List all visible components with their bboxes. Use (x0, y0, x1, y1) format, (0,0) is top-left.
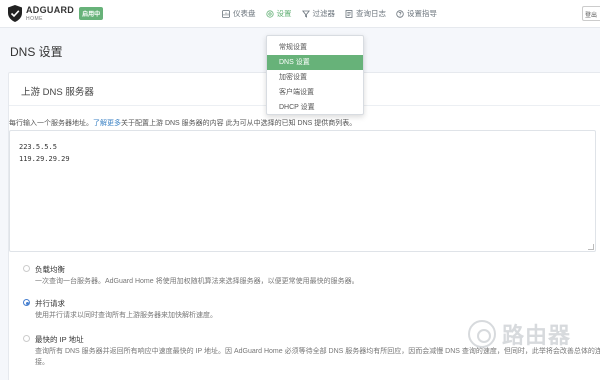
textarea-resize-handle[interactable] (588, 244, 594, 250)
gear-icon (265, 9, 274, 18)
menu-item-encryption-settings[interactable]: 加密设置 (267, 70, 363, 85)
description-rest: 关于配置上游 DNS 服务器的内容 此为可从中选择的已知 DNS 提供商列表。 (121, 120, 357, 127)
upstream-description: 每行输入一个服务器地址。了解更多关于配置上游 DNS 服务器的内容 此为可从中选… (9, 118, 356, 128)
parallel-requests-radio[interactable] (23, 299, 30, 306)
option-title: 并行请求 (35, 299, 65, 308)
learn-more-link[interactable]: 了解更多 (93, 120, 121, 127)
top-header: ADGUARD HOME 启用中 仪表盘 设置 过滤器 查询日志 设置指导 登出 (0, 0, 600, 28)
filter-icon (301, 10, 310, 18)
watermark-logo-icon (468, 320, 496, 348)
menu-item-client-settings[interactable]: 客户端设置 (267, 85, 363, 100)
nav-setup-guide-label: 设置指导 (407, 9, 437, 18)
load-balancing-radio[interactable] (23, 265, 30, 272)
adguard-logo[interactable]: ADGUARD HOME 启用中 (8, 4, 104, 22)
logo-subtitle: HOME (26, 15, 43, 22)
menu-item-general-settings[interactable]: 常规设置 (267, 40, 363, 55)
nav-settings-label: 设置 (276, 9, 292, 18)
nav-setup-guide[interactable]: 设置指导 (396, 8, 437, 19)
log-icon (345, 9, 353, 18)
logo-name: ADGUARD (26, 4, 75, 15)
description-prefix: 每行输入一个服务器地址。 (9, 120, 93, 127)
card-title: 上游 DNS 服务器 (21, 87, 94, 98)
option-description: 一次查询一台服务器。AdGuard Home 将使用加权随机算法来选择服务器，以… (35, 278, 359, 285)
logout-button[interactable]: 登出 (582, 6, 600, 21)
watermark-text: 路由器 (502, 323, 572, 348)
nav-settings[interactable]: 设置 (265, 8, 292, 19)
settings-dropdown-menu: 常规设置 DNS 设置 加密设置 客户端设置 DHCP 设置 (266, 35, 364, 115)
fastest-ip-radio[interactable] (23, 335, 30, 342)
nav-dashboard-label: 仪表盘 (233, 9, 256, 18)
nav-filters-label: 过滤器 (312, 9, 336, 18)
option-title: 最快的 IP 地址 (35, 335, 84, 344)
dashboard-icon (222, 9, 230, 18)
nav-filters[interactable]: 过滤器 (301, 8, 336, 19)
protection-status-badge: 启用中 (79, 7, 104, 20)
upstream-servers-textarea[interactable]: 223.5.5.5 119.29.29.29 (9, 130, 596, 252)
help-icon (396, 9, 404, 18)
menu-item-dhcp-settings[interactable]: DHCP 设置 (267, 100, 363, 115)
shield-logo-icon (8, 5, 22, 22)
option-title: 负载均衡 (35, 265, 65, 274)
nav-query-log-label: 查询日志 (356, 9, 386, 18)
nav-dashboard[interactable]: 仪表盘 (222, 8, 256, 19)
nav-query-log[interactable]: 查询日志 (345, 8, 386, 19)
page-title: DNS 设置 (10, 45, 63, 59)
main-nav: 仪表盘 设置 过滤器 查询日志 设置指导 (222, 8, 437, 19)
watermark: 路由器 (468, 318, 571, 350)
menu-item-dns-settings[interactable]: DNS 设置 (267, 55, 363, 70)
